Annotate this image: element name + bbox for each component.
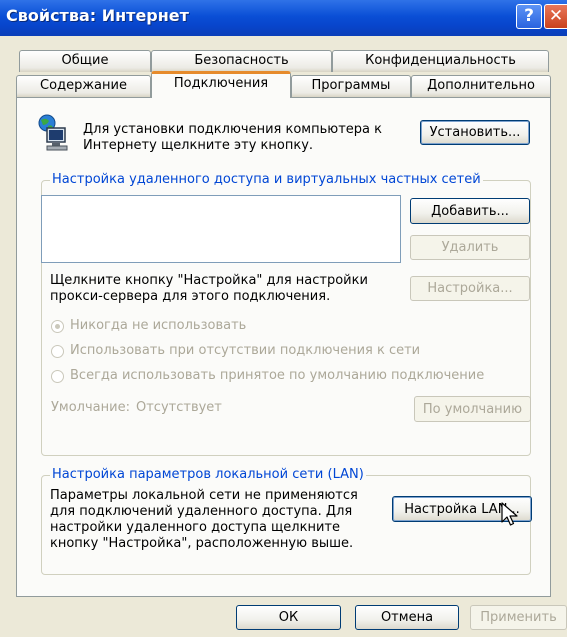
lan-description: Параметры локальной сети не применяются … — [50, 488, 358, 551]
add-button[interactable]: Добавить... — [410, 198, 530, 224]
cancel-button[interactable]: Отмена — [355, 605, 459, 630]
connections-list[interactable] — [41, 195, 401, 263]
computer-globe-icon — [38, 114, 68, 151]
radio-always-default-label: Всегда использовать принятое по умолчани… — [70, 368, 485, 383]
setup-button[interactable]: Установить... — [420, 120, 530, 145]
setup-description: Для установки подключения компьютера к И… — [83, 122, 382, 153]
default-label: Умолчание: — [51, 400, 130, 415]
radio-when-no-connection-label: Использовать при отсутствии подключения … — [70, 343, 421, 358]
radio-never[interactable] — [51, 320, 64, 333]
default-value: Отсутствует — [136, 400, 222, 415]
radio-when-no-connection[interactable] — [51, 345, 64, 358]
mouse-cursor-icon — [501, 502, 518, 526]
radio-never-label: Никогда не использовать — [70, 318, 247, 333]
apply-button[interactable]: Применить — [470, 605, 567, 630]
radio-always-default[interactable] — [51, 370, 64, 383]
dialup-legend: Настройка удаленного доступа и виртуальн… — [50, 172, 483, 187]
settings-button[interactable]: Настройка... — [410, 276, 530, 301]
proxy-hint: Щелкните кнопку "Настройка" для настройк… — [50, 273, 368, 304]
panel-content: Для установки подключения компьютера к И… — [0, 0, 567, 637]
remove-button[interactable]: Удалить — [410, 235, 530, 260]
ok-button[interactable]: ОК — [236, 605, 341, 630]
set-default-button[interactable]: По умолчанию — [414, 396, 531, 422]
lan-legend: Настройка параметров локальной сети (LAN… — [50, 467, 366, 482]
